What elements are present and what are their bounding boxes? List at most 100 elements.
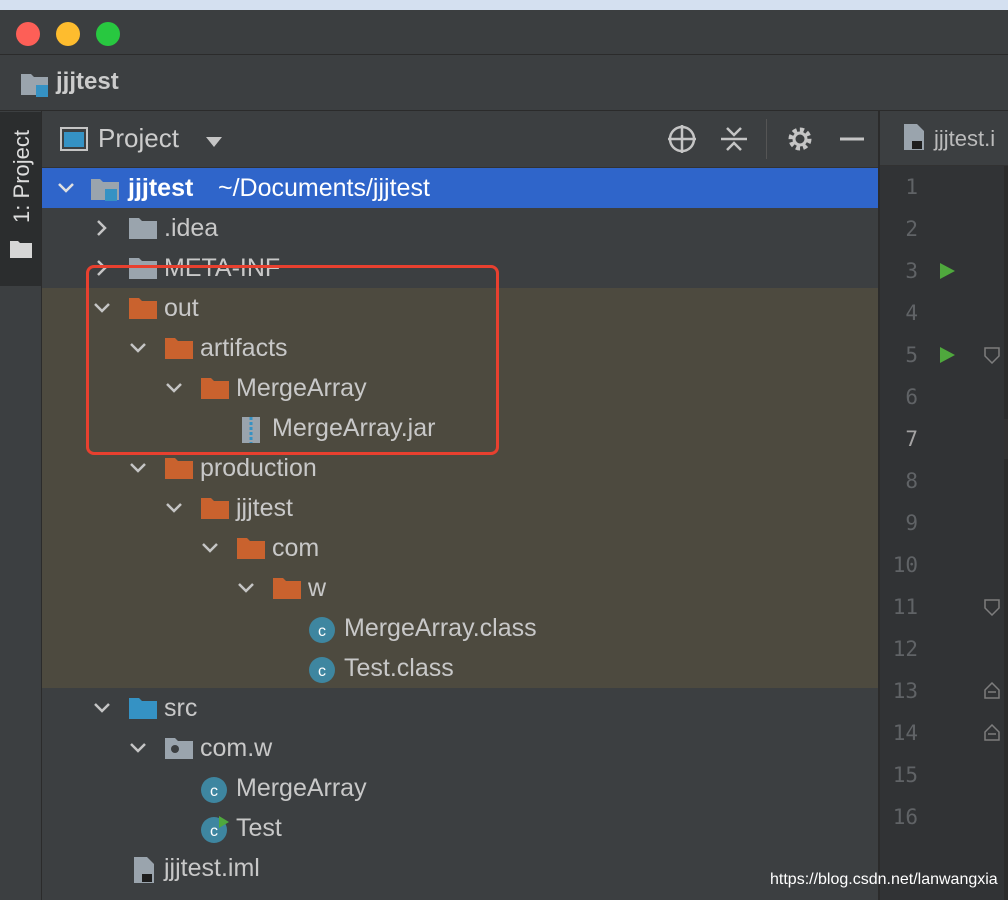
tree-row-production-jjjtest[interactable]: jjjtest bbox=[42, 488, 878, 528]
gear-icon[interactable] bbox=[784, 123, 816, 155]
tree-row-idea[interactable]: .idea bbox=[42, 208, 878, 248]
excluded-folder-icon bbox=[236, 536, 266, 565]
tree-item-label: Test bbox=[236, 814, 282, 842]
package-icon bbox=[164, 736, 194, 765]
tree-row-com-w-package[interactable]: com.w bbox=[42, 728, 878, 768]
line-number: 4 bbox=[905, 301, 918, 325]
line-number: 1 bbox=[905, 175, 918, 199]
module-file-icon bbox=[902, 123, 926, 156]
chevron-down-icon[interactable] bbox=[92, 699, 112, 722]
folder-icon bbox=[128, 216, 158, 245]
tree-item-label: w bbox=[308, 574, 327, 602]
project-tool-tab-label: 1: Project bbox=[9, 130, 34, 223]
excluded-folder-icon bbox=[164, 456, 194, 485]
chevron-down-icon[interactable] bbox=[236, 579, 256, 602]
source-folder-icon bbox=[128, 696, 158, 725]
project-view-icon bbox=[60, 127, 88, 156]
line-number: 10 bbox=[892, 553, 918, 577]
project-view-title[interactable]: Project bbox=[98, 123, 179, 154]
tree-item-label: production bbox=[200, 454, 317, 482]
line-number: 9 bbox=[905, 511, 918, 535]
line-number: 11 bbox=[892, 595, 918, 619]
folder-icon bbox=[10, 240, 32, 263]
module-folder-icon bbox=[90, 176, 120, 207]
title-bar bbox=[0, 10, 1008, 55]
project-panel: Project jjjtest ~/Documents/jjjtest .ide… bbox=[42, 111, 878, 900]
fold-end-icon[interactable] bbox=[983, 681, 1001, 700]
run-icon[interactable] bbox=[938, 346, 956, 364]
project-folder-icon bbox=[20, 71, 52, 104]
fold-end-icon[interactable] bbox=[983, 723, 1001, 742]
tree-item-label: MergeArray bbox=[236, 774, 367, 802]
tree-row-src[interactable]: src bbox=[42, 688, 878, 728]
excluded-folder-icon bbox=[272, 576, 302, 605]
tree-row-com[interactable]: com bbox=[42, 528, 878, 568]
tree-row-w[interactable]: w bbox=[42, 568, 878, 608]
chevron-down-icon[interactable] bbox=[200, 539, 220, 562]
tree-item-label: com bbox=[272, 534, 320, 562]
run-icon[interactable] bbox=[938, 262, 956, 280]
tree-row-test-java[interactable]: c Test bbox=[42, 808, 878, 848]
watermark: https://blog.csdn.net/lanwangxia bbox=[770, 871, 998, 888]
chevron-down-icon[interactable] bbox=[128, 459, 148, 482]
chevron-right-icon[interactable] bbox=[92, 219, 112, 242]
line-number: 16 bbox=[892, 805, 918, 829]
class-file-icon: c bbox=[308, 656, 336, 689]
line-number: 13 bbox=[892, 679, 918, 703]
line-number: 14 bbox=[892, 721, 918, 745]
tree-row-root[interactable]: jjjtest ~/Documents/jjjtest bbox=[42, 168, 878, 208]
tree-item-label: src bbox=[164, 694, 198, 722]
svg-text:c: c bbox=[210, 783, 218, 800]
chevron-down-icon[interactable] bbox=[205, 135, 223, 153]
java-class-icon: c bbox=[200, 776, 228, 809]
project-panel-header: Project bbox=[42, 111, 878, 168]
excluded-folder-icon bbox=[200, 496, 230, 525]
line-number: 3 bbox=[905, 259, 918, 283]
line-number: 12 bbox=[892, 637, 918, 661]
module-file-icon bbox=[132, 856, 156, 889]
tree-row-mergearray-class[interactable]: c MergeArray.class bbox=[42, 608, 878, 648]
tree-root-label: jjjtest bbox=[128, 174, 194, 202]
fold-icon[interactable] bbox=[983, 598, 1001, 617]
minimize-window-button[interactable] bbox=[56, 22, 80, 46]
minimize-icon[interactable] bbox=[836, 123, 868, 155]
chevron-down-icon[interactable] bbox=[128, 739, 148, 762]
line-number: 6 bbox=[905, 385, 918, 409]
navigation-bar: jjjtest bbox=[0, 55, 1008, 111]
top-strip bbox=[0, 0, 1008, 10]
runnable-class-icon: c bbox=[200, 816, 230, 849]
editor-tab-jjjtest-iml[interactable]: jjjtest.i bbox=[880, 111, 1008, 166]
tree-item-label: Test.class bbox=[344, 654, 454, 682]
editor-tab-label: jjjtest.i bbox=[934, 126, 996, 151]
tree-row-jjjtest-iml[interactable]: jjjtest.iml bbox=[42, 848, 878, 888]
tree-item-label: .idea bbox=[164, 214, 219, 242]
collapse-all-icon[interactable] bbox=[718, 123, 750, 155]
svg-text:c: c bbox=[210, 823, 218, 840]
line-number: 15 bbox=[892, 763, 918, 787]
tree-item-label: com.w bbox=[200, 734, 273, 762]
toolbar-separator bbox=[766, 119, 767, 159]
tree-item-label: jjjtest.iml bbox=[164, 854, 260, 882]
breadcrumb-project[interactable]: jjjtest bbox=[56, 68, 119, 96]
chevron-down-icon[interactable] bbox=[164, 499, 184, 522]
line-number-current: 7 bbox=[905, 427, 918, 451]
annotation-highlight-box bbox=[86, 265, 499, 455]
tree-root-path: ~/Documents/jjjtest bbox=[218, 174, 430, 202]
tree-item-label: MergeArray.class bbox=[344, 614, 537, 642]
close-window-button[interactable] bbox=[16, 22, 40, 46]
line-number: 8 bbox=[905, 469, 918, 493]
svg-text:c: c bbox=[318, 663, 326, 680]
class-file-icon: c bbox=[308, 616, 336, 649]
line-number: 5 bbox=[905, 343, 918, 367]
maximize-window-button[interactable] bbox=[96, 22, 120, 46]
editor-code-area[interactable] bbox=[1004, 166, 1008, 900]
tree-row-test-class[interactable]: c Test.class bbox=[42, 648, 878, 688]
chevron-down-icon[interactable] bbox=[56, 179, 76, 202]
tree-item-label: jjjtest bbox=[236, 494, 293, 522]
locate-icon[interactable] bbox=[666, 123, 698, 155]
fold-icon[interactable] bbox=[983, 346, 1001, 365]
svg-text:c: c bbox=[318, 623, 326, 640]
tree-row-mergearray-java[interactable]: c MergeArray bbox=[42, 768, 878, 808]
line-number: 2 bbox=[905, 217, 918, 241]
caret-row-highlight bbox=[1004, 419, 1008, 459]
